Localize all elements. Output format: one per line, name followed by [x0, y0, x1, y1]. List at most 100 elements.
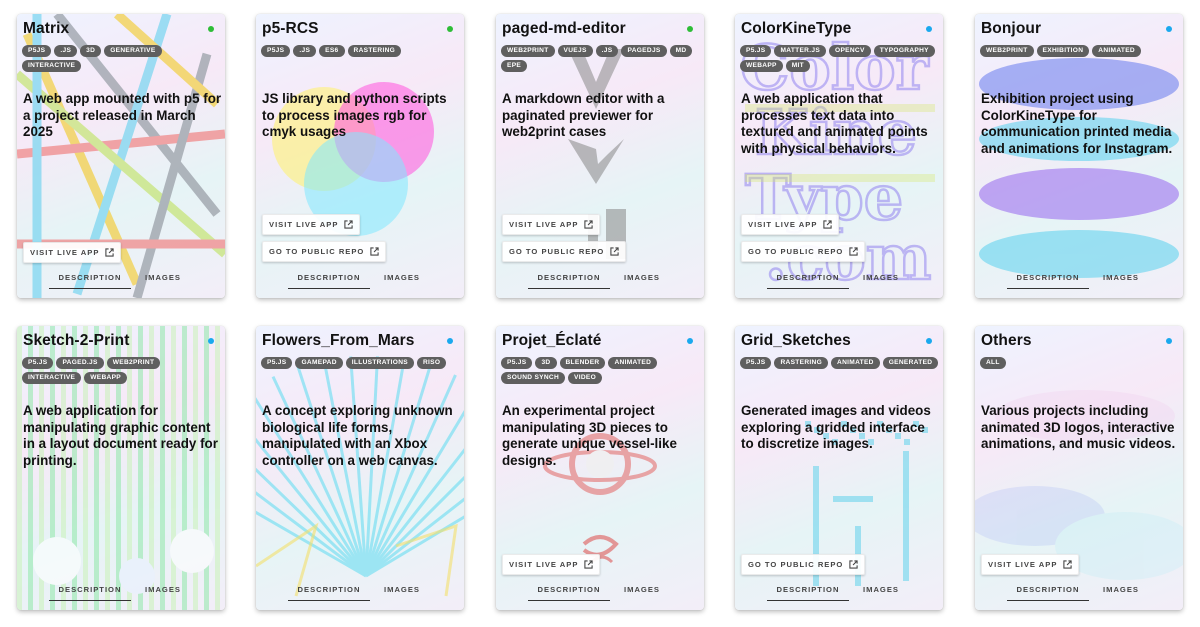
tab-images[interactable]: IMAGES — [1093, 585, 1149, 601]
tag-chip: ILLUSTRATIONS — [345, 357, 414, 369]
external-link-icon — [584, 220, 594, 229]
button-label: VISIT LIVE APP — [509, 560, 579, 569]
card-title: Matrix — [23, 20, 70, 37]
tag-chip: EXHIBITION — [1036, 45, 1090, 57]
tag-list: P5JS .JS 3D GENERATIVE INTERACTIVE — [22, 45, 222, 72]
tab-description[interactable]: DESCRIPTION — [288, 273, 370, 289]
status-dot-icon — [208, 26, 214, 32]
tag-chip: GENERATED — [882, 357, 939, 369]
card-description: A markdown editor with a paginated previ… — [502, 91, 665, 140]
tag-chip: VUEJS — [557, 45, 593, 57]
tag-chip: WEBAPP — [740, 60, 783, 72]
tab-description[interactable]: DESCRIPTION — [49, 273, 131, 289]
tab-images[interactable]: IMAGES — [853, 273, 909, 289]
card-description: Generated images and videos exploring a … — [741, 403, 931, 452]
tag-chip: SOUND SYNCH — [501, 372, 566, 384]
tag-chip: ANIMATED — [608, 357, 658, 369]
status-dot-icon — [447, 338, 453, 344]
tag-list: P5JS .JS ES6 RASTERING — [261, 45, 461, 57]
status-dot-icon — [1166, 338, 1172, 344]
card-description: JS library and python scripts to process… — [262, 91, 447, 140]
tag-chip: WEB2PRINT — [501, 45, 555, 57]
tag-chip: .JS — [293, 45, 317, 57]
button-label: GO TO PUBLIC REPO — [748, 560, 844, 569]
tag-list: ALL — [980, 357, 1180, 369]
external-link-icon — [849, 560, 858, 569]
card-description: Exhibition project using ColorKineType f… — [981, 91, 1173, 156]
tab-description[interactable]: DESCRIPTION — [528, 585, 610, 601]
tag-list: P5.JS MATTER.JS OPENCV TYPOGRAPHY WEBAPP MIT — [740, 45, 940, 72]
project-card: Matrix P5JS .JS 3D GENERATIVE INTERACTIVE A we… — [17, 14, 225, 298]
visit-live-app-button[interactable]: VISIT LIVE APP — [23, 242, 122, 263]
tag-chip: .JS — [595, 45, 619, 57]
card-tabs: DESCRIPTION IMAGES — [256, 585, 464, 603]
tab-images[interactable]: IMAGES — [374, 585, 430, 601]
tag-chip: EPE — [501, 60, 528, 72]
project-card: Others ALL Various projects including anim… — [975, 326, 1183, 610]
tag-chip: OPENCV — [829, 45, 871, 57]
card-tabs: DESCRIPTION IMAGES — [17, 273, 225, 291]
tab-images[interactable]: IMAGES — [853, 585, 909, 601]
tab-images[interactable]: IMAGES — [135, 273, 191, 289]
tab-description[interactable]: DESCRIPTION — [1007, 273, 1089, 289]
tag-list: P5.JS GAMEPAD ILLUSTRATIONS RISO — [261, 357, 461, 369]
tag-chip: ANIMATED — [831, 357, 880, 369]
tab-description[interactable]: DESCRIPTION — [767, 273, 849, 289]
external-link-icon — [610, 247, 619, 256]
visit-live-app-button[interactable]: VISIT LIVE APP — [981, 554, 1080, 575]
tag-chip: WEB2PRINT — [106, 357, 161, 369]
tab-images[interactable]: IMAGES — [374, 273, 430, 289]
tab-images[interactable]: IMAGES — [614, 585, 670, 601]
go-to-public-repo-button[interactable]: GO TO PUBLIC REPO — [741, 554, 866, 575]
card-description: A web application that processes text da… — [741, 91, 928, 156]
tag-chip: GAMEPAD — [295, 357, 343, 369]
tag-chip: MIT — [785, 60, 811, 72]
visit-live-app-button[interactable]: VISIT LIVE APP — [741, 214, 840, 235]
tab-images[interactable]: IMAGES — [614, 273, 670, 289]
tab-images[interactable]: IMAGES — [135, 585, 191, 601]
tab-images[interactable]: IMAGES — [1093, 273, 1149, 289]
tag-chip: GENERATIVE — [104, 45, 162, 57]
button-label: GO TO PUBLIC REPO — [269, 247, 365, 256]
tag-list: WEB2PRINT EXHIBITION ANIMATED — [980, 45, 1180, 57]
project-card: Bonjour WEB2PRINT EXHIBITION ANIMATED Exhibi… — [975, 14, 1183, 298]
tab-description[interactable]: DESCRIPTION — [767, 585, 849, 601]
go-to-public-repo-button[interactable]: GO TO PUBLIC REPO — [502, 241, 627, 262]
tab-description[interactable]: DESCRIPTION — [49, 585, 131, 601]
tag-chip: .JS — [54, 45, 78, 57]
tab-description[interactable]: DESCRIPTION — [528, 273, 610, 289]
tab-description[interactable]: DESCRIPTION — [288, 585, 370, 601]
card-description: A web app mounted with p5 for a project … — [23, 91, 222, 140]
tag-chip: 3D — [535, 357, 557, 369]
card-title: Bonjour — [981, 20, 1042, 37]
tag-chip: ALL — [980, 357, 1006, 369]
project-card: p5-RCS P5JS .JS ES6 RASTERING JS library and … — [256, 14, 464, 298]
tag-chip: PAGED.JS — [56, 357, 104, 369]
tag-chip: VIDEO — [568, 372, 603, 384]
go-to-public-repo-button[interactable]: GO TO PUBLIC REPO — [262, 241, 387, 262]
tab-description[interactable]: DESCRIPTION — [1007, 585, 1089, 601]
tag-chip: P5JS — [261, 45, 291, 57]
tag-chip: PAGEDJS — [621, 45, 667, 57]
card-title: Grid_Sketches — [741, 332, 851, 349]
visit-live-app-button[interactable]: VISIT LIVE APP — [502, 214, 601, 235]
tag-chip: P5.JS — [740, 357, 772, 369]
tag-chip: BLENDER — [559, 357, 606, 369]
project-card: Sketch-2-Print P5.JS PAGED.JS WEB2PRINT INTE… — [17, 326, 225, 610]
external-link-icon — [344, 220, 354, 229]
external-link-icon — [584, 560, 594, 569]
visit-live-app-button[interactable]: VISIT LIVE APP — [262, 214, 361, 235]
card-tabs: DESCRIPTION IMAGES — [735, 585, 943, 603]
card-tabs: DESCRIPTION IMAGES — [17, 585, 225, 603]
external-link-icon — [849, 247, 858, 256]
tag-chip: 3D — [80, 45, 102, 57]
card-title: Projet_Éclaté — [502, 332, 602, 349]
status-dot-icon — [926, 26, 932, 32]
go-to-public-repo-button[interactable]: GO TO PUBLIC REPO — [741, 241, 866, 262]
tag-chip: WEBAPP — [84, 372, 128, 384]
visit-live-app-button[interactable]: VISIT LIVE APP — [502, 554, 601, 575]
card-tabs: DESCRIPTION IMAGES — [496, 585, 704, 603]
button-label: GO TO PUBLIC REPO — [748, 247, 844, 256]
project-card: Grid_Sketches P5.JS RASTERING ANIMATED GENER… — [735, 326, 943, 610]
card-tabs: DESCRIPTION IMAGES — [975, 273, 1183, 291]
